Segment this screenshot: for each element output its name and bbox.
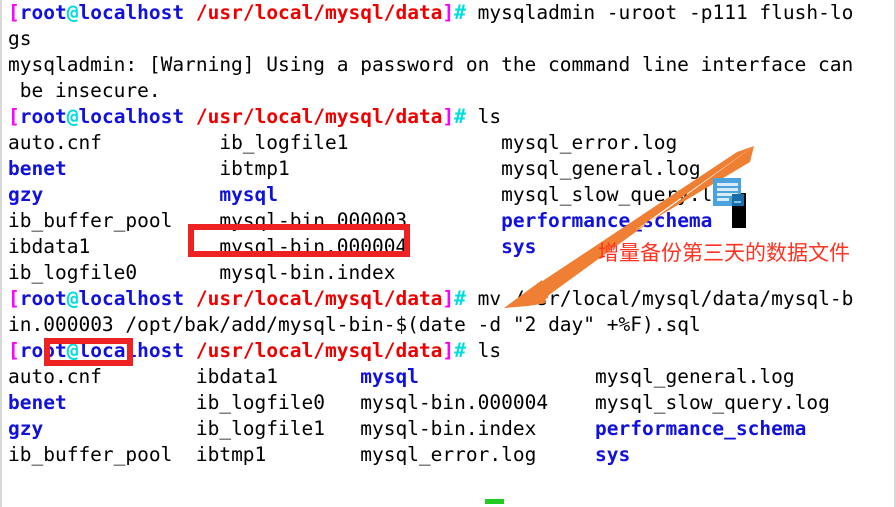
ls-row: ib_buffer_pool mysql-bin.000003 performa…	[8, 208, 894, 234]
ls-file-entry: mysql_slow_query.log	[595, 391, 830, 414]
ls-directory-entry: gzy	[8, 417, 196, 440]
mv-wrap-prefix: in.	[8, 313, 44, 336]
prompt-user: root	[19, 1, 67, 24]
document-file-icon	[712, 178, 754, 228]
command-wrap-flush-logs: gs	[8, 26, 894, 52]
mv-wrap-highlighted-suffix: 000003	[43, 313, 114, 336]
typed-command-ls: ls	[465, 339, 502, 362]
prompt-open-bracket: [	[8, 1, 20, 24]
ls-directory-entry: gzy	[8, 183, 220, 206]
ls-file-entry: mysql-bin.000003	[219, 209, 502, 232]
prompt-close-bracket: ]	[442, 339, 455, 362]
ls-directory-entry: mysql	[360, 365, 596, 388]
ls-file-entry: ibdata1	[195, 365, 361, 388]
ls-file-entry: mysql-bin.index	[360, 417, 596, 440]
prompt-user: root	[19, 105, 67, 128]
prompt-path: /usr/local/mysql/data	[184, 1, 443, 24]
terminal-cursor	[485, 499, 504, 504]
prompt-at-sign: @	[66, 287, 79, 310]
prompt-host: localhost	[78, 287, 185, 310]
warning-wrap-text: be insecure.	[8, 79, 161, 102]
ls-file-entry: auto.cnf	[8, 131, 220, 154]
ls-row: benet ib_logfile0 mysql-bin.000004 mysql…	[8, 390, 894, 416]
document-icon-corner	[732, 194, 744, 206]
ls-directory-entry: performance_schema	[595, 417, 807, 440]
ls-file-entry: mysql_error.log	[501, 131, 678, 154]
output-warning-wrap: be insecure.	[8, 78, 894, 104]
ls-row: gzy mysql mysql_slow_query.log	[8, 182, 894, 208]
typed-command-mv: mv /usr/local/mysql/data/mysql-b	[465, 287, 854, 310]
ls-row: auto.cnf ibdata1 mysql mysql_general.log	[8, 364, 894, 390]
ls-directory-entry: sys	[595, 443, 631, 466]
command-line-ls-second: [root@localhost /usr/local/mysql/data]# …	[8, 338, 894, 364]
prompt-at-sign: @	[66, 339, 79, 362]
prompt-host: localhost	[78, 339, 185, 362]
ls-file-entry: ib_logfile1	[195, 417, 361, 440]
prompt-open-bracket: [	[8, 339, 20, 362]
ls-file-entry: ibtmp1	[195, 443, 361, 466]
document-icon-text-line	[717, 198, 729, 201]
prompt-at-sign: @	[66, 105, 79, 128]
prompt-path: /usr/local/mysql/data	[184, 339, 443, 362]
command-line-mv: [root@localhost /usr/local/mysql/data]# …	[8, 286, 894, 312]
prompt-close-bracket: ]	[442, 1, 455, 24]
prompt-hash: #	[454, 1, 466, 24]
ls-directory-entry: mysql	[219, 183, 502, 206]
command-wrap-mv: in.000003 /opt/bak/add/mysql-bin-$(date …	[8, 312, 894, 338]
ls-file-entry: auto.cnf	[8, 365, 196, 388]
ls-row: gzy ib_logfile1 mysql-bin.index performa…	[8, 416, 894, 442]
ls-file-entry: mysql_error.log	[360, 443, 596, 466]
ls-file-entry: ib_logfile0	[195, 391, 361, 414]
ls-file-entry: mysql-bin.000004	[360, 391, 596, 414]
prompt-close-bracket: ]	[442, 287, 455, 310]
prompt-open-bracket: [	[8, 105, 20, 128]
ls-row: ib_buffer_pool ibtmp1 mysql_error.log sy…	[8, 442, 894, 468]
prompt-at-sign: @	[66, 1, 79, 24]
ls-directory-entry: performance_schema	[501, 209, 713, 232]
prompt-hash: #	[454, 339, 466, 362]
mv-wrap-destination: /opt/bak/add/mysql-bin-$(date -d "2 day"…	[113, 313, 701, 336]
prompt-path: /usr/local/mysql/data	[184, 287, 443, 310]
ls-directory-entry: sys	[501, 235, 537, 258]
command-line-flush-logs: [root@localhost /usr/local/mysql/data]# …	[8, 0, 894, 26]
prompt-open-bracket: [	[8, 287, 20, 310]
annotation-note: 增量备份第三天的数据文件	[598, 241, 850, 265]
prompt-path: /usr/local/mysql/data	[184, 105, 443, 128]
prompt-close-bracket: ]	[442, 105, 455, 128]
prompt-host: localhost	[78, 105, 185, 128]
prompt-hash: #	[454, 287, 466, 310]
ls-directory-entry: benet	[8, 391, 196, 414]
terminal-window[interactable]: [root@localhost /usr/local/mysql/data]# …	[0, 0, 896, 507]
prompt-host: localhost	[78, 1, 185, 24]
typed-command-flush-logs: mysqladmin -uroot -p111 flush-lo	[465, 1, 854, 24]
ls-file-entry: mysql_general.log	[501, 157, 701, 180]
ls-file-entry: ibtmp1	[219, 157, 502, 180]
ls-file-entry: ib_buffer_pool	[8, 209, 220, 232]
typed-command-ls: ls	[465, 105, 502, 128]
prompt-hash: #	[454, 105, 466, 128]
ls-file-entry: ib_logfile1	[219, 131, 502, 154]
ls-directory-entry: benet	[8, 157, 220, 180]
command-line-ls-first: [root@localhost /usr/local/mysql/data]# …	[8, 104, 894, 130]
terminal-screen: [root@localhost /usr/local/mysql/data]# …	[2, 0, 894, 468]
document-icon-page	[713, 178, 744, 206]
command-wrap-text: gs	[8, 27, 32, 50]
document-icon-text-line	[717, 183, 738, 186]
prompt-user: root	[19, 287, 67, 310]
warning-text: mysqladmin: [Warning] Using a password o…	[8, 53, 854, 76]
ls-file-entry: ibdata1	[8, 235, 220, 258]
ls-file-entry: ib_logfile0	[8, 261, 220, 284]
ls-file-entry: mysql_slow_query.log	[501, 183, 736, 206]
ls-file-entry: mysql_general.log	[595, 365, 795, 388]
ls-file-entry: mysql-bin.index	[219, 261, 502, 284]
ls-file-entry: mysql-bin.000004	[219, 235, 502, 258]
output-warning: mysqladmin: [Warning] Using a password o…	[8, 52, 894, 78]
prompt-user: root	[19, 339, 67, 362]
ls-row: auto.cnf ib_logfile1 mysql_error.log	[8, 130, 894, 156]
ls-file-entry: ib_buffer_pool	[8, 443, 196, 466]
ls-row: benet ibtmp1 mysql_general.log	[8, 156, 894, 182]
document-icon-text-line	[717, 188, 738, 191]
